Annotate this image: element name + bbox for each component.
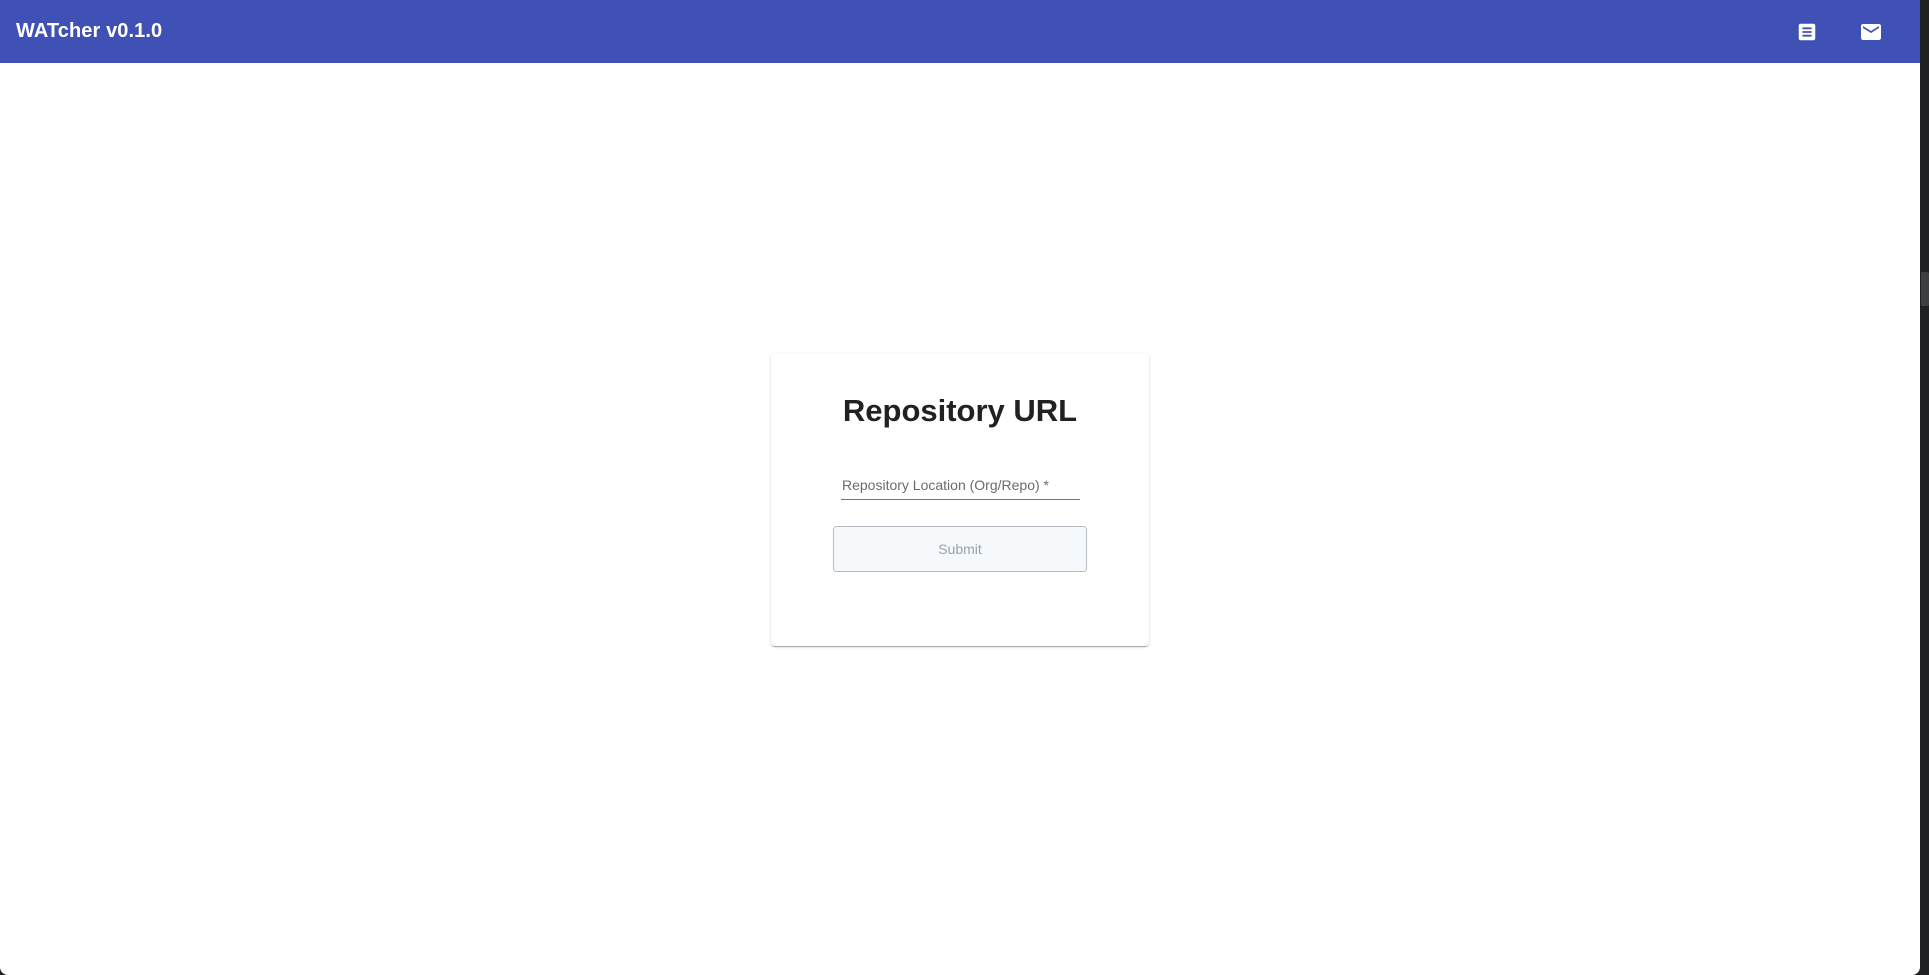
repository-card: Repository URL Repository Location (Org/… <box>771 353 1149 646</box>
top-app-bar: WATcher v0.1.0 <box>0 0 1920 63</box>
mail-icon[interactable] <box>1857 18 1885 46</box>
app-window: WATcher v0.1.0 Repository URL Repository… <box>0 0 1920 975</box>
scrollbar-track[interactable] <box>1920 210 1929 975</box>
submit-button[interactable]: Submit <box>833 526 1087 572</box>
card-title: Repository URL <box>842 393 1078 428</box>
article-icon[interactable] <box>1793 18 1821 46</box>
repository-location-field: Repository Location (Org/Repo) * <box>841 471 1080 500</box>
scrollbar-thumb[interactable] <box>1921 272 1929 306</box>
repository-location-input[interactable] <box>841 471 1080 499</box>
app-title: WATcher v0.1.0 <box>16 20 163 42</box>
